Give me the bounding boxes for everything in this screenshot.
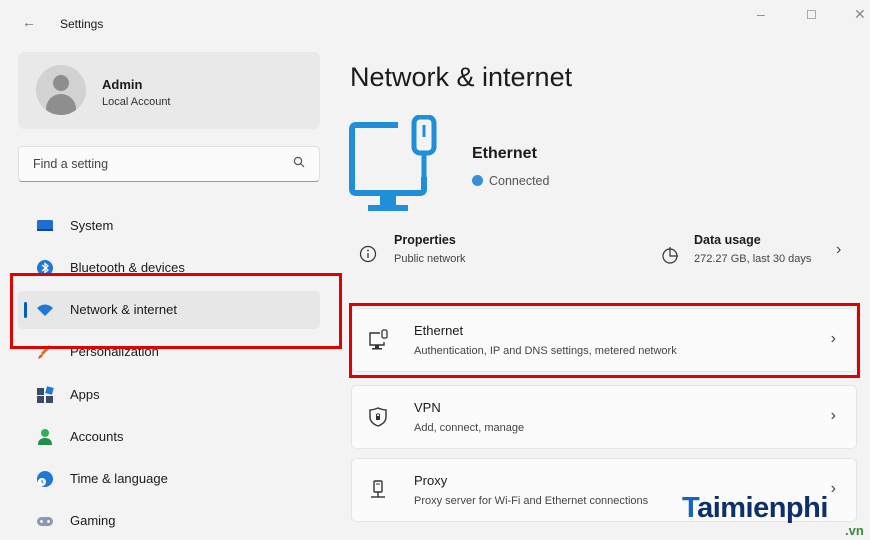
- chevron-right-icon: ›: [830, 480, 836, 497]
- sidebar-item-label: System: [70, 218, 114, 233]
- card-title: Proxy: [414, 473, 448, 488]
- title-bar: ← Settings – ☐ ✕: [0, 0, 870, 44]
- avatar: [36, 65, 86, 115]
- sidebar-item-label: Apps: [70, 387, 100, 402]
- search-icon[interactable]: [293, 156, 305, 168]
- sidebar-item-time-language[interactable]: Time & language: [18, 460, 320, 498]
- chevron-right-icon: ›: [830, 407, 836, 424]
- globe-clock-icon: [37, 471, 53, 487]
- page-title: Network & internet: [350, 62, 573, 92]
- sidebar-item-apps[interactable]: Apps: [18, 376, 320, 414]
- connection-name: Ethernet: [472, 145, 537, 162]
- minimize-icon[interactable]: –: [757, 6, 765, 22]
- card-subtitle: Add, connect, manage: [414, 422, 525, 434]
- profile-name: Admin: [102, 77, 143, 92]
- maximize-icon[interactable]: ☐: [806, 8, 817, 22]
- user-profile-card[interactable]: Admin Local Account: [18, 52, 320, 129]
- sidebar-item-system[interactable]: System: [18, 207, 320, 245]
- app-title: Settings: [60, 17, 104, 31]
- back-arrow-icon[interactable]: ←: [22, 14, 36, 30]
- search-box[interactable]: [18, 146, 320, 182]
- vpn-card[interactable]: VPN Add, connect, manage ›: [351, 385, 857, 449]
- sidebar-item-accounts[interactable]: Accounts: [18, 418, 320, 456]
- status-text: Connected: [489, 174, 550, 188]
- proxy-icon: [371, 480, 385, 498]
- close-icon[interactable]: ✕: [854, 6, 866, 23]
- ethernet-monitor-icon: [349, 115, 437, 211]
- system-icon: [37, 220, 53, 231]
- info-icon: [359, 245, 377, 263]
- data-usage-subtitle: 272.27 GB, last 30 days: [694, 253, 812, 265]
- sidebar-item-label: Gaming: [70, 513, 116, 528]
- sidebar-item-gaming[interactable]: Gaming: [18, 502, 320, 540]
- connection-status: Connected: [472, 174, 549, 188]
- sidebar-item-label: Accounts: [70, 429, 124, 444]
- properties-title: Properties: [394, 233, 456, 247]
- card-subtitle: Proxy server for Wi-Fi and Ethernet conn…: [414, 495, 649, 507]
- sidebar-item-label: Time & language: [70, 471, 168, 486]
- person-icon: [38, 429, 52, 445]
- watermark-logo: Taimienphi: [682, 492, 828, 524]
- data-usage-title: Data usage: [694, 233, 761, 247]
- profile-account-type: Local Account: [102, 96, 171, 108]
- properties-subtitle: Public network: [394, 253, 466, 265]
- apps-icon: [37, 386, 54, 403]
- nav-highlight-box: [10, 273, 342, 349]
- chevron-right-icon: ›: [836, 241, 842, 258]
- data-usage-icon: [662, 247, 678, 264]
- vpn-shield-icon: [369, 407, 387, 427]
- globe-icon: [472, 175, 483, 186]
- search-input[interactable]: [31, 156, 275, 172]
- watermark-suffix: .vn: [845, 523, 864, 538]
- ethernet-highlight-box: [349, 303, 860, 378]
- card-title: VPN: [414, 400, 441, 415]
- gamepad-icon: [37, 517, 53, 526]
